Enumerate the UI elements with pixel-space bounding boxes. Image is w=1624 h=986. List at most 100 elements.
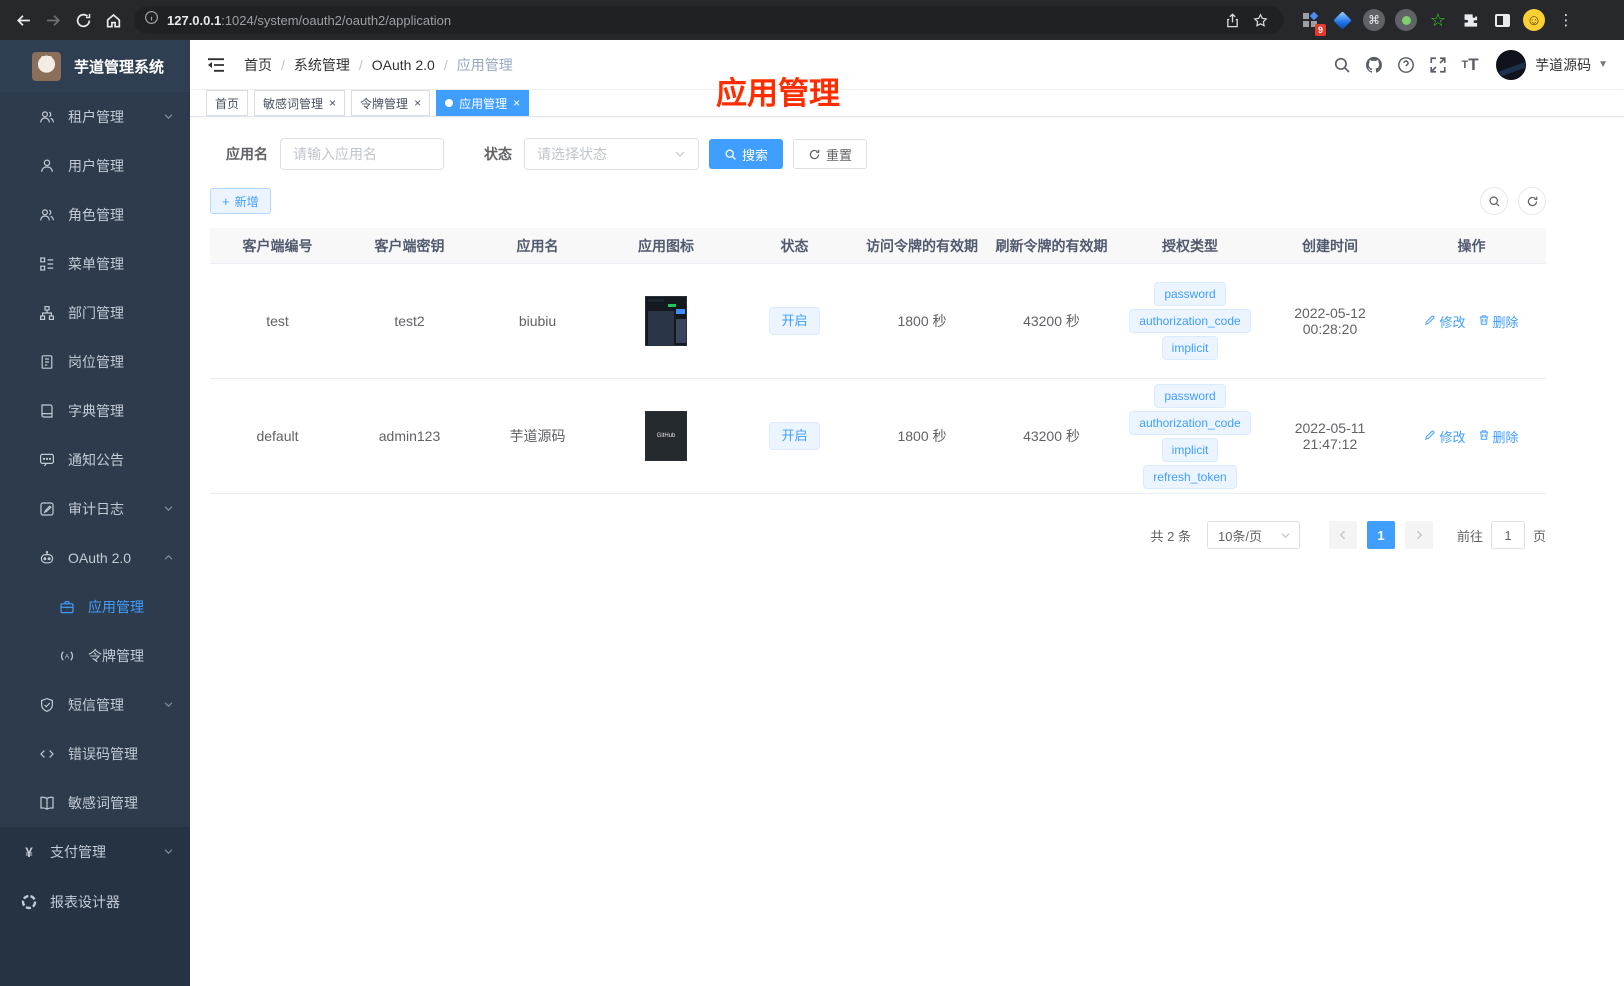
close-icon[interactable]: × (329, 96, 336, 110)
breadcrumb-item[interactable]: 系统管理 (294, 55, 350, 75)
shield-icon (38, 696, 55, 713)
sidebar-item-role[interactable]: 角色管理 (0, 190, 190, 239)
sidebar-item-audit-log[interactable]: 审计日志 (0, 484, 190, 533)
delete-button[interactable]: 删除 (1478, 312, 1519, 331)
browser-profile-avatar[interactable]: ☺ (1520, 6, 1548, 34)
current-page-button[interactable]: 1 (1366, 521, 1395, 549)
cell-client-id-value: default (256, 428, 299, 444)
breadcrumb-item[interactable]: OAuth 2.0 (372, 57, 435, 73)
cell-app-name: biubiu (474, 313, 601, 329)
tab-令牌管理[interactable]: 令牌管理 × (351, 90, 431, 116)
breadcrumb-item[interactable]: 首页 (244, 55, 272, 75)
help-icon[interactable] (1390, 49, 1422, 81)
sidebar-item-oauth2[interactable]: OAuth 2.0 (0, 533, 190, 582)
cell-grant-types: password authorization_code implicit (1117, 282, 1263, 360)
sidebar-item-user[interactable]: 用户管理 (0, 141, 190, 190)
delete-label: 删除 (1492, 429, 1519, 445)
search-button[interactable]: 搜索 (709, 139, 784, 169)
extension-star-icon[interactable]: ☆ (1424, 6, 1452, 34)
cell-client-secret: admin123 (345, 428, 474, 444)
delete-button[interactable]: 删除 (1478, 427, 1519, 446)
user-avatar[interactable] (1496, 49, 1527, 80)
sidebar-item-error-code[interactable]: 错误码管理 (0, 729, 190, 778)
sidebar-fold-icon[interactable] (206, 54, 228, 76)
column-header: 客户端编号 (242, 237, 313, 254)
add-button[interactable]: + 新增 (210, 188, 271, 214)
cell-client-id: test (210, 313, 345, 329)
status-select[interactable]: 请选择状态 (524, 138, 699, 170)
sidebar-item-label: 通知公告 (68, 451, 124, 468)
extension-command-icon[interactable]: ⌘ (1360, 6, 1388, 34)
user-caret-down-icon[interactable]: ▼ (1598, 59, 1608, 70)
browser-menu-icon[interactable]: ⋮ (1552, 6, 1580, 34)
share-icon[interactable] (1218, 12, 1246, 28)
close-icon[interactable]: × (414, 96, 421, 110)
refresh-table-button[interactable] (1518, 187, 1546, 215)
forward-icon[interactable] (38, 5, 68, 35)
sidebar-item-tenant[interactable]: 租户管理 (0, 92, 190, 141)
sidebar-item-oauth2-application[interactable]: 应用管理 (0, 582, 190, 631)
sidebar-item-menu[interactable]: 菜单管理 (0, 239, 190, 288)
tab-首页[interactable]: 首页 (206, 90, 249, 116)
sidebar-item-sms[interactable]: 短信管理 (0, 680, 190, 729)
sidebar-item-dict[interactable]: 字典管理 (0, 386, 190, 435)
bookmark-star-icon[interactable] (1246, 12, 1274, 28)
back-icon[interactable] (8, 5, 38, 35)
robot-icon (38, 549, 55, 566)
prev-page-button[interactable] (1328, 521, 1357, 549)
sidebar-item-label: 支付管理 (50, 844, 106, 860)
sidebar-item-oauth2-token[interactable]: A 令牌管理 (0, 631, 190, 680)
font-size-icon[interactable]: TT (1454, 49, 1486, 81)
refresh-icon[interactable] (68, 5, 98, 35)
app-logo-row[interactable]: 芋道管理系统 (0, 40, 190, 92)
sidebar-item-label: 令牌管理 (88, 647, 144, 664)
side-panel-icon[interactable] (1488, 6, 1516, 34)
filter-form: 应用名 状态 请选择状态 搜索 重置 (226, 138, 1546, 170)
extensions-puzzle-icon[interactable] (1456, 6, 1484, 34)
extension-record-icon[interactable] (1392, 6, 1420, 34)
tab-敏感词管理[interactable]: 敏感词管理 × (254, 90, 346, 116)
grant-type-tag: implicit (1161, 336, 1219, 360)
sidebar-item-label: 审计日志 (68, 500, 124, 517)
toggle-search-button[interactable] (1480, 187, 1508, 215)
fullscreen-icon[interactable] (1422, 49, 1454, 81)
sidebar-item-notice[interactable]: 通知公告 (0, 435, 190, 484)
pagination: 共 2 条 10条/页 1 前往 页 (210, 521, 1546, 549)
extension-grid-icon[interactable]: 9 (1296, 6, 1326, 36)
edit-button[interactable]: 修改 (1424, 427, 1466, 446)
next-page-button[interactable] (1404, 521, 1433, 549)
edit-button[interactable]: 修改 (1424, 312, 1466, 331)
cell-client-id-value: test (266, 313, 289, 329)
reset-button[interactable]: 重置 (793, 139, 868, 169)
edit-icon (1424, 314, 1439, 329)
book-icon (38, 794, 55, 811)
app-name-input[interactable] (280, 138, 444, 170)
plus-icon: + (222, 193, 230, 209)
status-badge[interactable]: 开启 (769, 422, 820, 450)
sidebar-item-pay[interactable]: ¥ 支付管理 (0, 827, 190, 877)
home-icon[interactable] (98, 5, 128, 35)
url-text: 127.0.0.1:1024/system/oauth2/oauth2/appl… (167, 12, 452, 28)
sidebar-item-post[interactable]: 岗位管理 (0, 337, 190, 386)
tab-应用管理[interactable]: 应用管理 × (436, 90, 530, 116)
sidebar-item-dept[interactable]: 部门管理 (0, 288, 190, 337)
github-icon[interactable] (1358, 49, 1390, 81)
sidebar-item-sensitive-word[interactable]: 敏感词管理 (0, 778, 190, 827)
username-label[interactable]: 芋道源码 (1535, 55, 1591, 75)
close-icon[interactable]: × (513, 96, 520, 110)
search-icon[interactable] (1326, 49, 1358, 81)
status-badge[interactable]: 开启 (769, 307, 820, 335)
address-bar[interactable]: 127.0.0.1:1024/system/oauth2/oauth2/appl… (134, 6, 1284, 34)
report-icon (20, 894, 37, 911)
users-icon (38, 108, 55, 125)
sidebar-item-report-designer[interactable]: 报表设计器 (0, 877, 190, 927)
goto-page-input[interactable] (1490, 521, 1525, 549)
user-icon (38, 157, 55, 174)
page-size-select[interactable]: 10条/页 (1206, 521, 1300, 549)
code-icon (38, 745, 55, 762)
column-header: 状态 (780, 237, 809, 254)
cell-refresh-token-ttl-value: 43200 秒 (1023, 428, 1080, 444)
site-info-icon[interactable] (144, 10, 159, 30)
extension-gem-icon[interactable] (1328, 6, 1356, 34)
cell-app-icon: GitHub (601, 411, 731, 461)
